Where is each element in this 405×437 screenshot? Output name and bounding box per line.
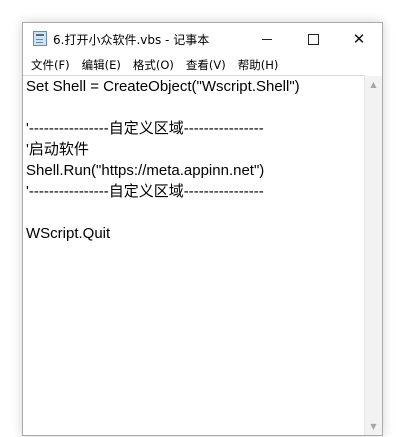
- minimize-icon: [262, 39, 272, 40]
- editor-line: '----------------自定义区域----------------: [26, 120, 264, 137]
- editor-line: '启动软件: [26, 141, 89, 158]
- maximize-icon: [307, 34, 319, 45]
- editor-line: Set Shell = CreateObject("Wscript.Shell"…: [26, 78, 300, 95]
- close-button[interactable]: ✕: [336, 23, 382, 55]
- text-editor[interactable]: Set Shell = CreateObject("Wscript.Shell"…: [23, 75, 365, 435]
- editor-line: WScript.Quit: [26, 225, 111, 242]
- title-bar[interactable]: 6.打开小众软件.vbs - 记事本 ✕: [23, 23, 382, 55]
- editor-line: Shell.Run("https://meta.appinn.net"): [26, 162, 265, 179]
- notepad-window: 6.打开小众软件.vbs - 记事本 ✕ 文件(F) 编辑(E) 格式(O) 查…: [22, 22, 383, 436]
- vertical-scrollbar[interactable]: ▲ ▼: [364, 76, 382, 435]
- menu-edit[interactable]: 编辑(E): [76, 57, 127, 73]
- menu-bar: 文件(F) 编辑(E) 格式(O) 查看(V) 帮助(H): [23, 55, 382, 75]
- maximize-button[interactable]: [290, 23, 336, 55]
- scroll-up-icon[interactable]: ▲: [365, 76, 382, 93]
- close-icon: ✕: [352, 30, 366, 48]
- window-title: 6.打开小众软件.vbs - 记事本: [53, 33, 210, 47]
- menu-help[interactable]: 帮助(H): [232, 57, 285, 73]
- editor-line: '----------------自定义区域----------------: [26, 183, 264, 200]
- scroll-down-icon[interactable]: ▼: [365, 418, 382, 435]
- notepad-icon: [33, 31, 47, 46]
- menu-file[interactable]: 文件(F): [25, 57, 76, 73]
- menu-format[interactable]: 格式(O): [127, 57, 180, 73]
- minimize-button[interactable]: [244, 23, 290, 55]
- menu-view[interactable]: 查看(V): [180, 57, 232, 73]
